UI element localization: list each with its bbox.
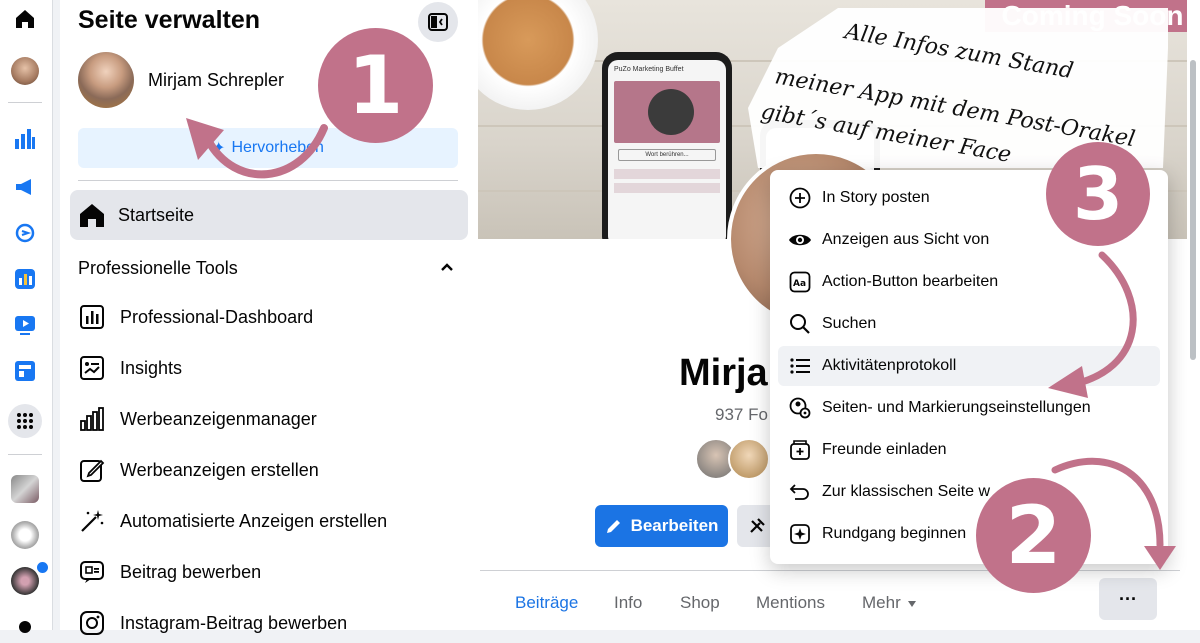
scrollbar-thumb[interactable] [1190,60,1196,360]
annotation-arrows [186,118,1176,570]
